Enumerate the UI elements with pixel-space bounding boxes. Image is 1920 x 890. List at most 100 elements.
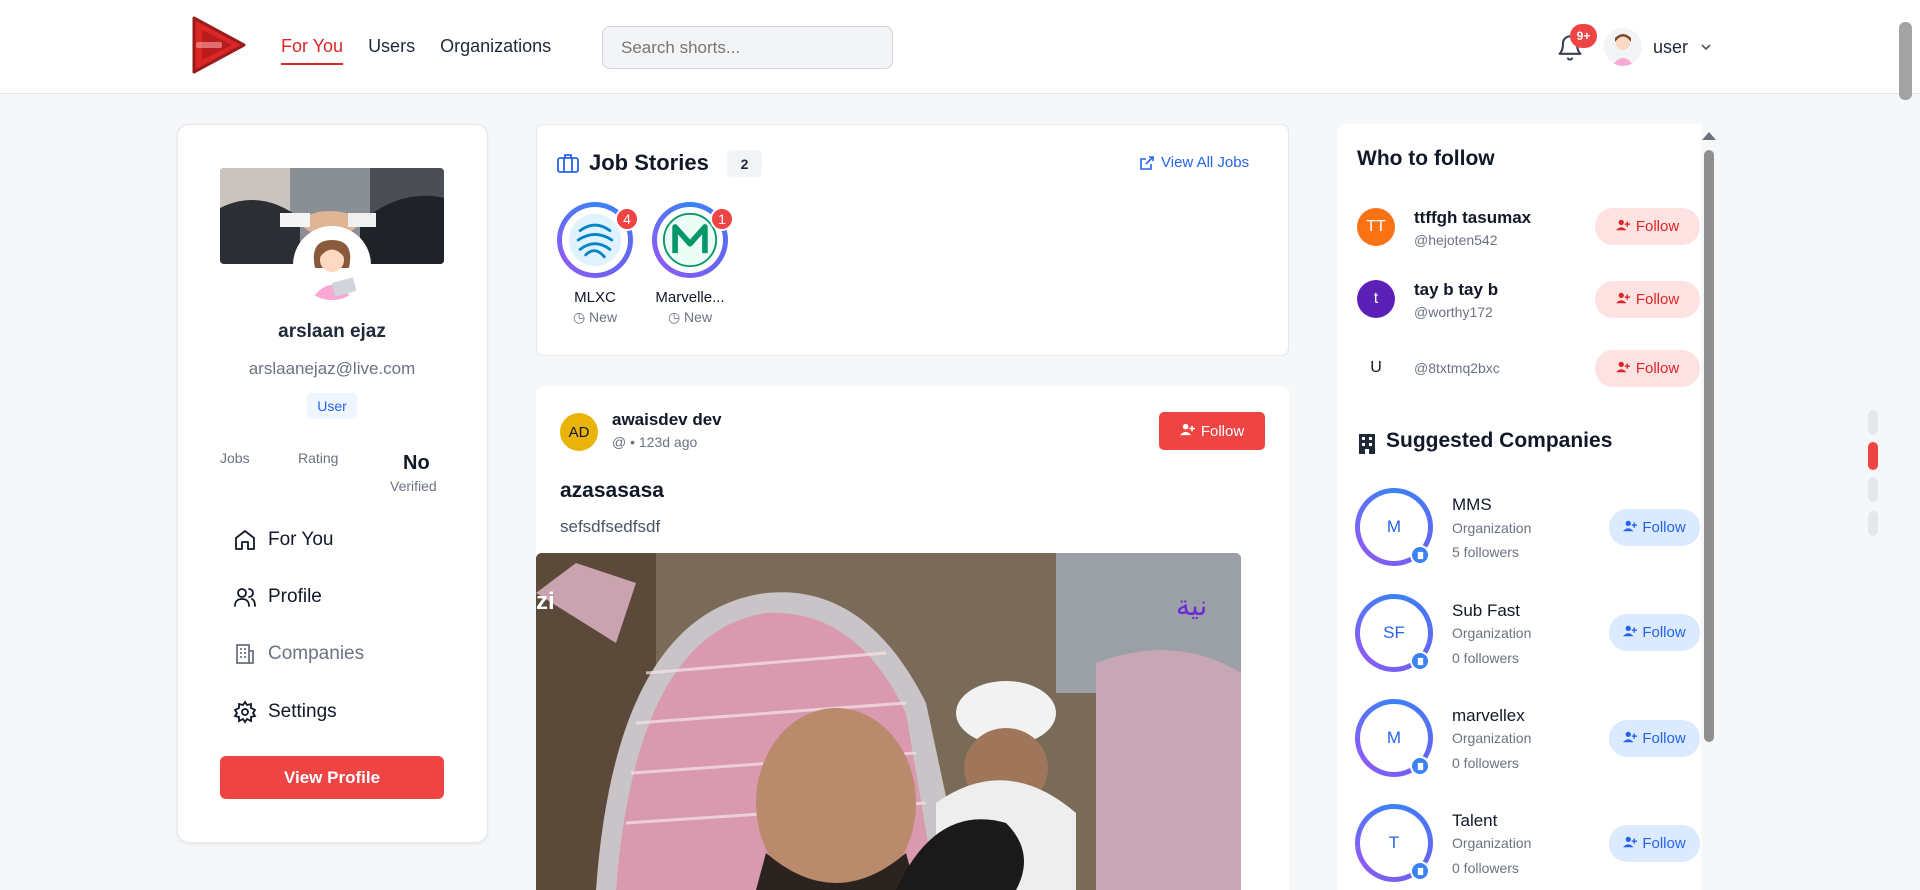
user-plus-icon	[1179, 422, 1195, 441]
sidebar-scrollbar-thumb[interactable]	[1704, 150, 1714, 742]
stat-verified-value: No	[403, 452, 430, 474]
company-name[interactable]: Talent	[1452, 811, 1497, 831]
company-follow-button[interactable]: Follow	[1609, 825, 1700, 862]
profile-avatar	[293, 226, 371, 304]
story-name: MLXC	[574, 289, 616, 306]
user-menu-label[interactable]: user	[1653, 37, 1688, 58]
building-icon	[1359, 434, 1375, 454]
post-video[interactable]: zi نية	[536, 553, 1241, 890]
company-name[interactable]: MMS	[1452, 495, 1492, 515]
wtf-handle: @hejoten542	[1414, 232, 1498, 248]
wtf-follow-button[interactable]: Follow	[1595, 350, 1700, 387]
view-all-jobs-label: View All Jobs	[1161, 154, 1250, 171]
menu-profile[interactable]: Profile	[233, 585, 322, 609]
job-stories-title: Job Stories	[589, 150, 709, 175]
user-plus-icon	[1615, 360, 1630, 378]
company-avatar[interactable]: T	[1355, 804, 1433, 882]
user-plus-icon	[1623, 519, 1638, 537]
svg-text:zi: zi	[536, 588, 555, 615]
post-body: sefsdfsedfsdf	[560, 517, 661, 536]
feed-nav-dot[interactable]	[1868, 477, 1878, 502]
story-status: ◷ New	[667, 309, 713, 325]
company-type: Organization	[1452, 730, 1532, 746]
menu-settings[interactable]: Settings	[233, 700, 337, 724]
view-all-jobs-link[interactable]: View All Jobs	[1139, 154, 1249, 171]
building-badge-icon	[1410, 756, 1430, 776]
menu-label: Settings	[268, 701, 337, 722]
external-link-icon	[1140, 155, 1154, 170]
user-plus-icon	[1615, 291, 1630, 309]
play-logo-icon[interactable]	[188, 14, 250, 76]
company-avatar[interactable]: M	[1355, 699, 1433, 777]
company-follow-button[interactable]: Follow	[1609, 509, 1700, 546]
story-count-badge: 1	[710, 207, 734, 231]
post-follow-button[interactable]: Follow	[1159, 412, 1265, 450]
wtf-avatar[interactable]: U	[1357, 349, 1395, 387]
feed-nav-dot[interactable]	[1868, 511, 1878, 536]
user-plus-icon	[1615, 218, 1630, 236]
wtf-avatar[interactable]: t	[1357, 280, 1395, 318]
company-followers: 5 followers	[1452, 544, 1519, 560]
company-type: Organization	[1452, 625, 1532, 641]
briefcase-icon	[557, 154, 579, 173]
building-icon	[236, 644, 254, 664]
wtf-handle: @8txtmq2bxc	[1414, 360, 1500, 376]
wtf-avatar[interactable]: TT	[1357, 208, 1395, 246]
menu-companies[interactable]: Companies	[233, 642, 364, 666]
suggested-companies-title: Suggested Companies	[1386, 429, 1613, 452]
feed-nav-dot[interactable]	[1868, 410, 1878, 435]
building-badge-icon	[1410, 651, 1430, 671]
view-profile-button[interactable]: View Profile	[220, 756, 444, 799]
wtf-follow-button[interactable]: Follow	[1595, 208, 1700, 245]
wtf-handle: @worthy172	[1414, 304, 1493, 320]
nav-users[interactable]: Users	[368, 36, 415, 65]
wtf-name[interactable]: ttffgh tasumax	[1414, 208, 1531, 228]
wtf-follow-button[interactable]: Follow	[1595, 281, 1700, 318]
nav-for-you[interactable]: For You	[281, 36, 344, 65]
user-plus-icon	[1623, 730, 1638, 748]
building-badge-icon	[1410, 545, 1430, 565]
menu-for-you[interactable]: For You	[233, 528, 334, 552]
chevron-down-icon[interactable]	[1699, 40, 1713, 54]
company-follow-button[interactable]: Follow	[1609, 720, 1700, 757]
story-status: ◷ New	[572, 309, 618, 325]
story-count-badge: 4	[615, 207, 639, 231]
menu-label: Profile	[268, 586, 322, 607]
stat-jobs-label: Jobs	[220, 450, 250, 466]
post-title: azasasasa	[560, 479, 664, 502]
company-avatar[interactable]: M	[1355, 488, 1433, 566]
nav-organizations[interactable]: Organizations	[440, 36, 551, 65]
users-icon	[234, 588, 256, 607]
company-follow-button[interactable]: Follow	[1609, 614, 1700, 651]
role-badge: User	[307, 393, 357, 419]
sidebar-scroll-up-icon[interactable]	[1702, 132, 1716, 140]
post-author-name[interactable]: awaisdev dev	[612, 410, 722, 430]
wtf-name[interactable]: tay b tay b	[1414, 280, 1498, 300]
post-meta: @ • 123d ago	[612, 434, 698, 450]
svg-text:نية: نية	[1176, 589, 1207, 622]
main-nav: For You Users Organizations	[281, 36, 551, 65]
stat-rating-label: Rating	[298, 450, 339, 466]
profile-email: arslaanejaz@live.com	[248, 359, 416, 378]
company-type: Organization	[1452, 835, 1532, 851]
search-input[interactable]	[602, 26, 893, 69]
company-name[interactable]: marvellex	[1452, 706, 1525, 726]
company-followers: 0 followers	[1452, 755, 1519, 771]
user-plus-icon	[1623, 835, 1638, 853]
job-stories-count: 2	[727, 150, 762, 177]
stat-verified-label: Verified	[390, 478, 437, 494]
company-avatar[interactable]: SF	[1355, 594, 1433, 672]
menu-label: For You	[268, 529, 334, 550]
menu-label: Companies	[268, 643, 365, 664]
who-to-follow-title: Who to follow	[1357, 147, 1495, 170]
post-follow-label: Follow	[1200, 422, 1245, 440]
story-name: Marvelle...	[655, 289, 725, 306]
clock-icon: ◷	[572, 309, 586, 325]
gear-icon	[233, 700, 257, 724]
user-avatar[interactable]	[1604, 28, 1642, 66]
company-name[interactable]: Sub Fast	[1452, 601, 1520, 621]
post-author-avatar[interactable]: AD	[560, 413, 598, 451]
clock-icon: ◷	[667, 309, 681, 325]
page-scrollbar-thumb[interactable]	[1899, 22, 1912, 100]
feed-nav-dot-active[interactable]	[1868, 442, 1878, 470]
